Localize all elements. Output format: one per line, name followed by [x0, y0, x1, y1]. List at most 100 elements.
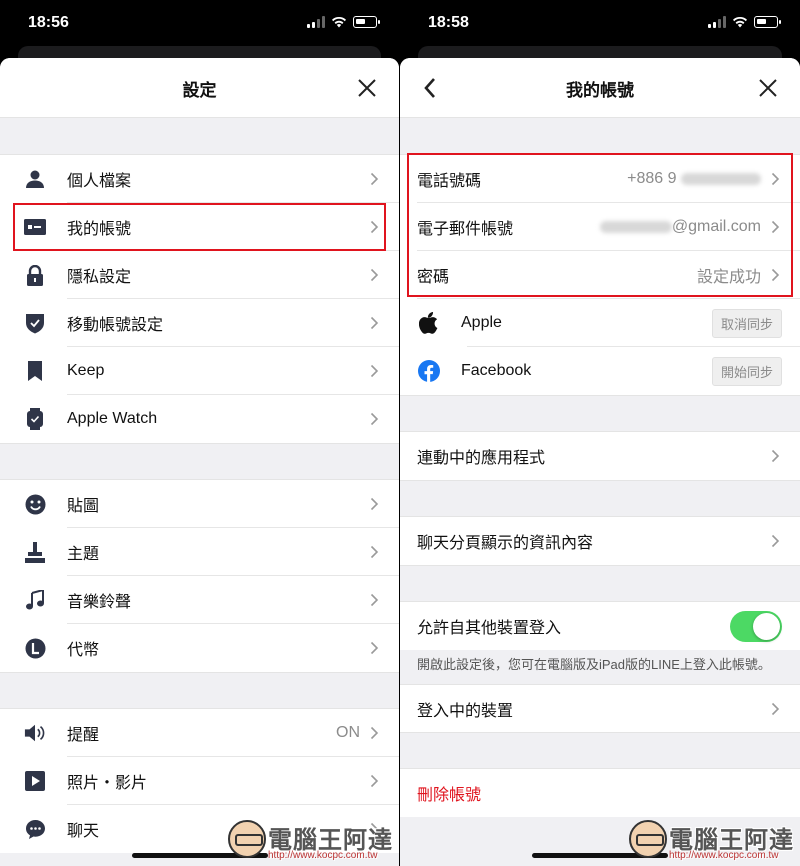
speaker-icon: [24, 722, 46, 744]
settings-group-account: 個人檔案 我的帳號 隱私設定 移動帳號設定 Keep Apple Watch: [0, 155, 399, 443]
battery-icon: [754, 16, 781, 28]
email-domain: @gmail.com: [671, 218, 761, 235]
person-icon: [24, 168, 46, 190]
nav-bar: 我的帳號: [400, 58, 800, 118]
watch-icon: [24, 408, 46, 430]
settings-item-stickers[interactable]: 貼圖: [0, 480, 399, 528]
chevron-right-icon: [771, 172, 780, 186]
coin-icon: [24, 637, 46, 659]
settings-item-label: Apple Watch: [67, 410, 158, 427]
status-icons: [708, 16, 781, 28]
logged-in-devices-label: 登入中的裝置: [417, 702, 514, 720]
section-spacer: [0, 118, 399, 155]
account-info-group: 電話號碼 +886 9 電子郵件帳號 @gmail.com 密碼 設定成功 Ap…: [400, 155, 800, 395]
settings-item-label: 提醒: [67, 727, 100, 744]
section-spacer: [400, 732, 800, 769]
facebook-link-row: Facebook 開始同步: [400, 347, 800, 395]
chevron-right-icon: [370, 641, 379, 655]
bookmark-icon: [24, 360, 46, 382]
facebook-sync-button[interactable]: 開始同步: [711, 356, 782, 386]
watermark-url: http://www.kocpc.com.tw: [669, 850, 779, 861]
settings-item-ringtones[interactable]: 音樂鈴聲: [0, 576, 399, 624]
chevron-right-icon: [771, 534, 780, 548]
chevron-right-icon: [370, 497, 379, 511]
status-icons: [307, 16, 380, 28]
chat-bubble-icon: [24, 818, 46, 840]
close-icon[interactable]: [758, 78, 778, 98]
chevron-right-icon: [370, 172, 379, 186]
redacted-phone: [681, 172, 761, 185]
apple-link-row: Apple 取消同步: [400, 299, 800, 347]
status-time: 18:58: [428, 14, 469, 31]
settings-item-photos-videos[interactable]: 照片・影片: [0, 757, 399, 805]
settings-item-label: 音樂鈴聲: [67, 594, 132, 611]
settings-item-label: 個人檔案: [67, 173, 132, 190]
settings-item-my-account[interactable]: 我的帳號: [0, 203, 399, 251]
status-bar: 18:56: [0, 0, 399, 46]
allow-login-row: 允許自其他裝置登入: [400, 602, 800, 650]
mascot-logo: [228, 820, 266, 858]
linked-apps-label: 連動中的應用程式: [417, 450, 546, 467]
settings-item-keep[interactable]: Keep: [0, 347, 399, 395]
section-spacer: [400, 565, 800, 602]
allow-login-note: 開啟此設定後，您可在電腦版及iPad版的LINE上登入此帳號。: [400, 650, 800, 684]
apple-label: Apple: [461, 314, 502, 331]
watermark-url: http://www.kocpc.com.tw: [268, 850, 378, 861]
password-label: 密碼: [417, 269, 450, 286]
section-spacer: [0, 672, 399, 709]
settings-item-profile[interactable]: 個人檔案: [0, 155, 399, 203]
settings-item-themes[interactable]: 主題: [0, 528, 399, 576]
email-row[interactable]: 電子郵件帳號 @gmail.com: [400, 203, 800, 251]
apple-unsync-button[interactable]: 取消同步: [711, 308, 782, 338]
chevron-right-icon: [370, 412, 379, 426]
wifi-icon: [733, 16, 747, 28]
page-title: 設定: [182, 81, 217, 100]
allow-login-toggle[interactable]: [730, 610, 782, 642]
id-card-icon: [24, 216, 46, 238]
chevron-right-icon: [771, 449, 780, 463]
status-bar: 18:58: [400, 0, 800, 46]
shield-check-icon: [24, 312, 46, 334]
settings-item-label: 移動帳號設定: [67, 317, 164, 334]
phone-number-value: +886 9: [627, 170, 761, 188]
chevron-right-icon: [370, 364, 379, 378]
section-spacer: [400, 118, 800, 155]
watermark: 電腦王阿達 http://www.kocpc.com.tw: [224, 816, 399, 866]
chevron-right-icon: [370, 593, 379, 607]
cell-signal-icon: [307, 16, 325, 28]
phone-number-row[interactable]: 電話號碼 +886 9: [400, 155, 800, 203]
close-icon[interactable]: [357, 78, 377, 98]
section-spacer: [400, 395, 800, 432]
settings-item-label: 代幣: [67, 642, 100, 659]
play-icon: [24, 770, 46, 792]
account-sheet: 我的帳號 電話號碼 +886 9 電子郵件帳號 @gmail.com 密碼 設定…: [400, 58, 800, 866]
settings-item-coins[interactable]: 代幣: [0, 624, 399, 672]
settings-item-label: 貼圖: [67, 498, 100, 515]
chat-tab-info-row[interactable]: 聊天分頁顯示的資訊內容: [400, 517, 800, 565]
settings-item-privacy[interactable]: 隱私設定: [0, 251, 399, 299]
settings-item-label: 隱私設定: [67, 269, 132, 286]
settings-item-account-transfer[interactable]: 移動帳號設定: [0, 299, 399, 347]
settings-item-apple-watch[interactable]: Apple Watch: [0, 395, 399, 443]
email-value: @gmail.com: [599, 218, 761, 236]
chevron-right-icon: [370, 268, 379, 282]
watermark: 電腦王阿達 http://www.kocpc.com.tw: [625, 816, 800, 866]
delete-account-row[interactable]: 刪除帳號: [400, 769, 800, 817]
allow-login-label: 允許自其他裝置登入: [417, 620, 562, 637]
chevron-right-icon: [370, 220, 379, 234]
right-screen: 18:58 我的帳號 電話號碼 +886 9 電子郵件帳號 @gmail.com: [400, 0, 800, 866]
page-title: 我的帳號: [566, 81, 634, 100]
section-spacer: [400, 480, 800, 517]
brush-icon: [24, 541, 46, 563]
linked-apps-row[interactable]: 連動中的應用程式: [400, 432, 800, 480]
mascot-logo: [629, 820, 667, 858]
apple-logo-icon: [418, 312, 440, 334]
logged-in-devices-row[interactable]: 登入中的裝置: [400, 684, 800, 732]
settings-sheet: 設定 個人檔案 我的帳號 隱私設定 移動帳號設定 Keep Apple Watc…: [0, 58, 399, 866]
chevron-right-icon: [370, 774, 379, 788]
settings-item-notifications[interactable]: 提醒 ON: [0, 709, 399, 757]
password-row[interactable]: 密碼 設定成功: [400, 251, 800, 299]
left-screen: 18:56 設定 個人檔案 我的帳號 隱私設定 移動帳號設定 Keep Appl…: [0, 0, 400, 866]
smiley-icon: [24, 493, 46, 515]
battery-icon: [353, 16, 380, 28]
